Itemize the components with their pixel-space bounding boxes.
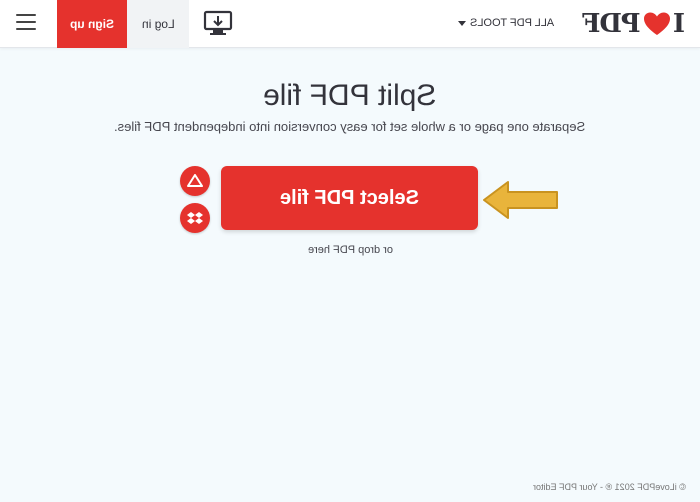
main-content: Split PDF file Separate one page or a wh…: [0, 49, 700, 502]
top-navbar: Sign up Log in ALL PDF TOOLS PDF I: [0, 0, 700, 48]
page-subtitle: Separate one page or a whole set for eas…: [114, 119, 586, 134]
select-pdf-button[interactable]: Select PDF file: [221, 166, 478, 230]
login-label: Log in: [141, 17, 175, 31]
logo-prefix: I: [672, 9, 685, 39]
heart-icon: [643, 12, 670, 35]
dropbox-button[interactable]: [180, 203, 210, 233]
hamburger-menu-icon[interactable]: [16, 14, 38, 34]
all-tools-menu[interactable]: ALL PDF TOOLS: [458, 17, 554, 29]
logo-text: PDF: [583, 9, 641, 39]
select-pdf-label: Select PDF file: [280, 186, 419, 209]
arrow-pointer-icon: [483, 181, 558, 219]
dropbox-icon: [187, 212, 203, 224]
page-title: Split PDF file: [263, 79, 437, 112]
google-drive-icon: [187, 174, 203, 187]
footer-copyright: © iLovePDF 2021 ® - Your PDF Editor: [533, 482, 686, 492]
desktop-download-icon[interactable]: [203, 10, 233, 38]
google-drive-button[interactable]: [180, 166, 210, 196]
signup-button[interactable]: Sign up: [57, 0, 127, 48]
tools-menu-label: ALL PDF TOOLS: [470, 17, 555, 29]
signup-label: Sign up: [70, 17, 114, 31]
drop-hint: or drop PDF here: [307, 244, 393, 256]
login-button[interactable]: Log in: [127, 0, 189, 48]
caret-down-icon: [458, 20, 466, 26]
site-logo[interactable]: PDF I: [582, 6, 685, 42]
